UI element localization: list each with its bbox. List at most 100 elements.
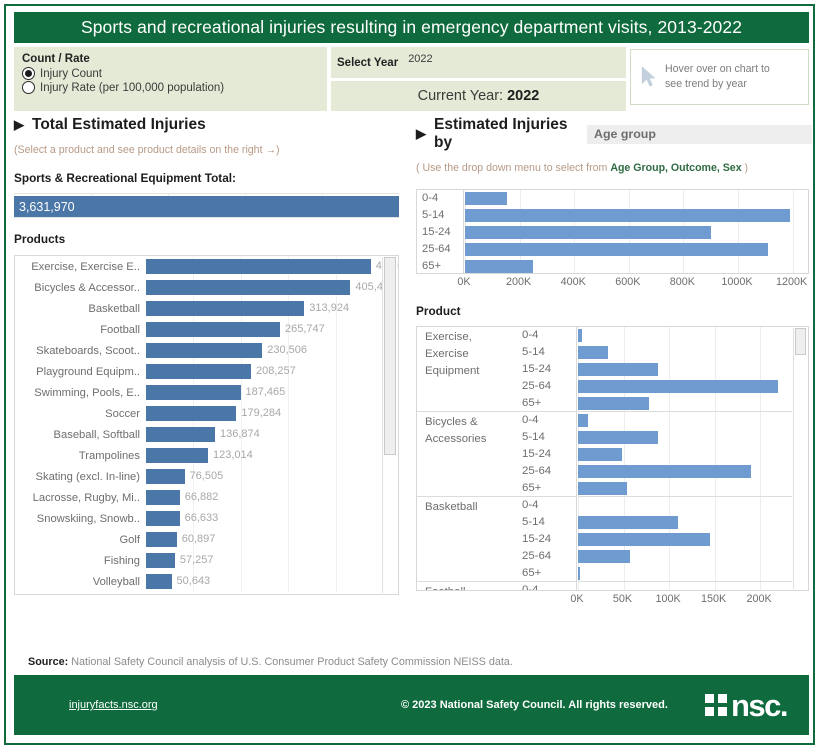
radio-icon-selected[interactable] [22,67,35,80]
product-row[interactable]: Skating (excl. In-line) 76,505 [15,466,398,487]
detail-age-label: 15-24 [522,448,552,460]
detail-bar[interactable] [578,550,630,563]
detail-row[interactable] [578,412,792,429]
detail-bar[interactable] [578,448,622,461]
product-bar[interactable] [146,301,305,316]
age-group-row[interactable] [465,224,808,241]
radio-option-injury-rate[interactable]: Injury Rate (per 100,000 population) [22,81,319,94]
age-group-row[interactable] [465,190,808,207]
detail-bar[interactable] [578,482,628,495]
age-group-bar[interactable] [465,260,534,273]
product-bar[interactable] [146,259,371,274]
detail-row[interactable] [578,446,792,463]
product-group-partial[interactable]: Football0-4 [417,582,576,590]
product-group[interactable]: Basketball 0-4 5-14 15-24 25-64 65+ [417,497,576,582]
product-bar[interactable] [146,574,172,589]
detail-row[interactable] [578,565,792,582]
detail-bar[interactable] [578,567,580,580]
detail-row[interactable] [578,548,792,565]
age-group-row[interactable] [465,207,808,224]
product-row[interactable]: Golf 60,897 [15,529,398,550]
age-group-bar[interactable] [465,243,769,256]
product-row[interactable]: Lacrosse, Rugby, Mi.. 66,882 [15,487,398,508]
age-group-bar[interactable] [465,192,508,205]
product-detail-scrollbar-thumb[interactable] [795,328,806,355]
products-scrollbar[interactable] [382,257,397,593]
product-bar[interactable] [146,343,263,358]
product-label: Fishing [103,554,140,567]
product-detail-scrollbar[interactable] [793,328,807,589]
detail-bar[interactable] [578,516,679,529]
detail-row[interactable] [578,378,792,395]
product-bar[interactable] [146,322,280,337]
product-bar[interactable] [146,469,185,484]
detail-row[interactable] [578,429,792,446]
footer-link[interactable]: injuryfacts.nsc.org [69,699,158,711]
product-row[interactable]: Skateboards, Scoot.. 230,506 [15,340,398,361]
detail-bar[interactable] [578,346,609,359]
detail-bar[interactable] [578,397,650,410]
detail-row[interactable] [578,514,792,531]
product-row[interactable]: Trampolines 123,014 [15,445,398,466]
detail-row[interactable] [578,463,792,480]
product-row[interactable]: Snowskiing, Snowb.. 66,633 [15,508,398,529]
product-bar[interactable] [146,427,216,442]
age-group-row[interactable] [465,258,808,275]
detail-age-label: 25-64 [522,465,552,477]
dimension-dropdown[interactable]: Age group [587,124,812,144]
age-group-row[interactable] [465,241,808,258]
select-year-row[interactable]: Select Year 2022 [331,47,626,78]
product-row[interactable]: Bicycles & Accessor.. 405,411 [15,277,398,298]
product-bar[interactable] [146,280,351,295]
detail-bar[interactable] [578,363,659,376]
detail-bar[interactable] [578,414,589,427]
total-bar[interactable]: 3,631,970 [14,196,399,217]
product-group[interactable]: Exercise, Exercise Equipment 0-4 5-14 15-24 25… [417,327,576,412]
product-bar[interactable] [146,406,237,421]
detail-row[interactable] [578,497,792,514]
detail-row[interactable] [578,327,792,344]
triangle-right-icon-2[interactable]: ▶ [416,126,426,142]
detail-bar[interactable] [578,380,779,393]
age-group-bar[interactable] [465,209,790,222]
product-label: Exercise, Exercise E.. [31,260,140,273]
detail-bar[interactable] [578,533,711,546]
radio-icon-unselected[interactable] [22,81,35,94]
product-bar[interactable] [146,553,175,568]
product-row[interactable]: Playground Equipm.. 208,257 [15,361,398,382]
product-bar[interactable] [146,364,251,379]
product-label: Playground Equipm.. [36,365,140,378]
detail-bar[interactable] [578,431,659,444]
product-value: 265,747 [285,323,325,335]
estimated-injuries-header[interactable]: ▶ Estimated Injuries by Age group [416,116,812,152]
total-injuries-header[interactable]: ▶ Total Estimated Injuries [14,116,410,134]
product-bar[interactable] [146,385,241,400]
product-bar[interactable] [146,448,209,463]
radio-option-injury-count[interactable]: Injury Count [22,67,319,80]
product-row[interactable]: Basketball 313,924 [15,298,398,319]
detail-row[interactable] [578,395,792,412]
product-row[interactable]: Fishing 57,257 [15,550,398,571]
product-bar[interactable] [146,511,180,526]
products-rows: Exercise, Exercise E..445,642Bicycles & … [15,256,398,592]
product-detail-plot [578,327,792,590]
product-row[interactable]: Volleyball 50,643 [15,571,398,592]
product-row[interactable]: Swimming, Pools, E.. 187,465 [15,382,398,403]
product-group[interactable]: Bicycles & Accessories 0-4 5-14 15-24 25-64 65… [417,412,576,497]
detail-row[interactable] [578,361,792,378]
product-row[interactable]: Baseball, Softball 136,874 [15,424,398,445]
triangle-right-icon[interactable]: ▶ [14,117,24,133]
detail-bar[interactable] [578,329,582,342]
product-row[interactable]: Exercise, Exercise E.. 445,642 [15,256,398,277]
detail-row[interactable] [578,344,792,361]
product-bar[interactable] [146,532,177,547]
detail-row[interactable] [578,531,792,548]
select-year-value[interactable]: 2022 [398,53,432,72]
products-scrollbar-thumb[interactable] [384,257,396,455]
product-bar[interactable] [146,490,180,505]
detail-row[interactable] [578,480,792,497]
product-row[interactable]: Soccer 179,284 [15,403,398,424]
age-group-bar[interactable] [465,226,711,239]
product-row[interactable]: Football 265,747 [15,319,398,340]
detail-bar[interactable] [578,465,752,478]
